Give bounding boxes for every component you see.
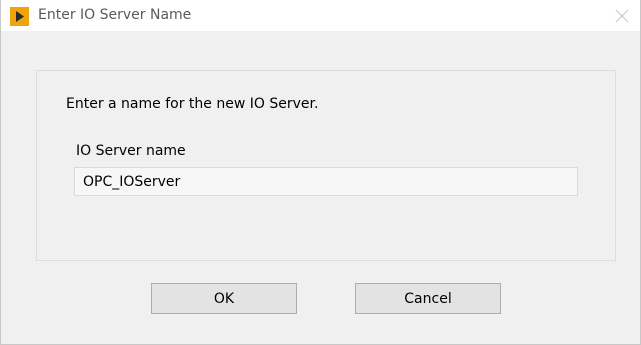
close-icon xyxy=(615,9,629,23)
prompt-text: Enter a name for the new IO Server. xyxy=(66,96,319,112)
window-title: Enter IO Server Name xyxy=(38,7,192,23)
app-icon xyxy=(10,7,29,26)
close-button[interactable] xyxy=(612,6,632,26)
io-server-name-label: IO Server name xyxy=(76,143,186,159)
io-server-name-input[interactable] xyxy=(74,167,578,196)
dialog-window: Enter IO Server Name Enter a name for th… xyxy=(0,0,641,345)
title-bar: Enter IO Server Name xyxy=(1,0,640,31)
cancel-button[interactable]: Cancel xyxy=(355,283,501,314)
ok-button[interactable]: OK xyxy=(151,283,297,314)
